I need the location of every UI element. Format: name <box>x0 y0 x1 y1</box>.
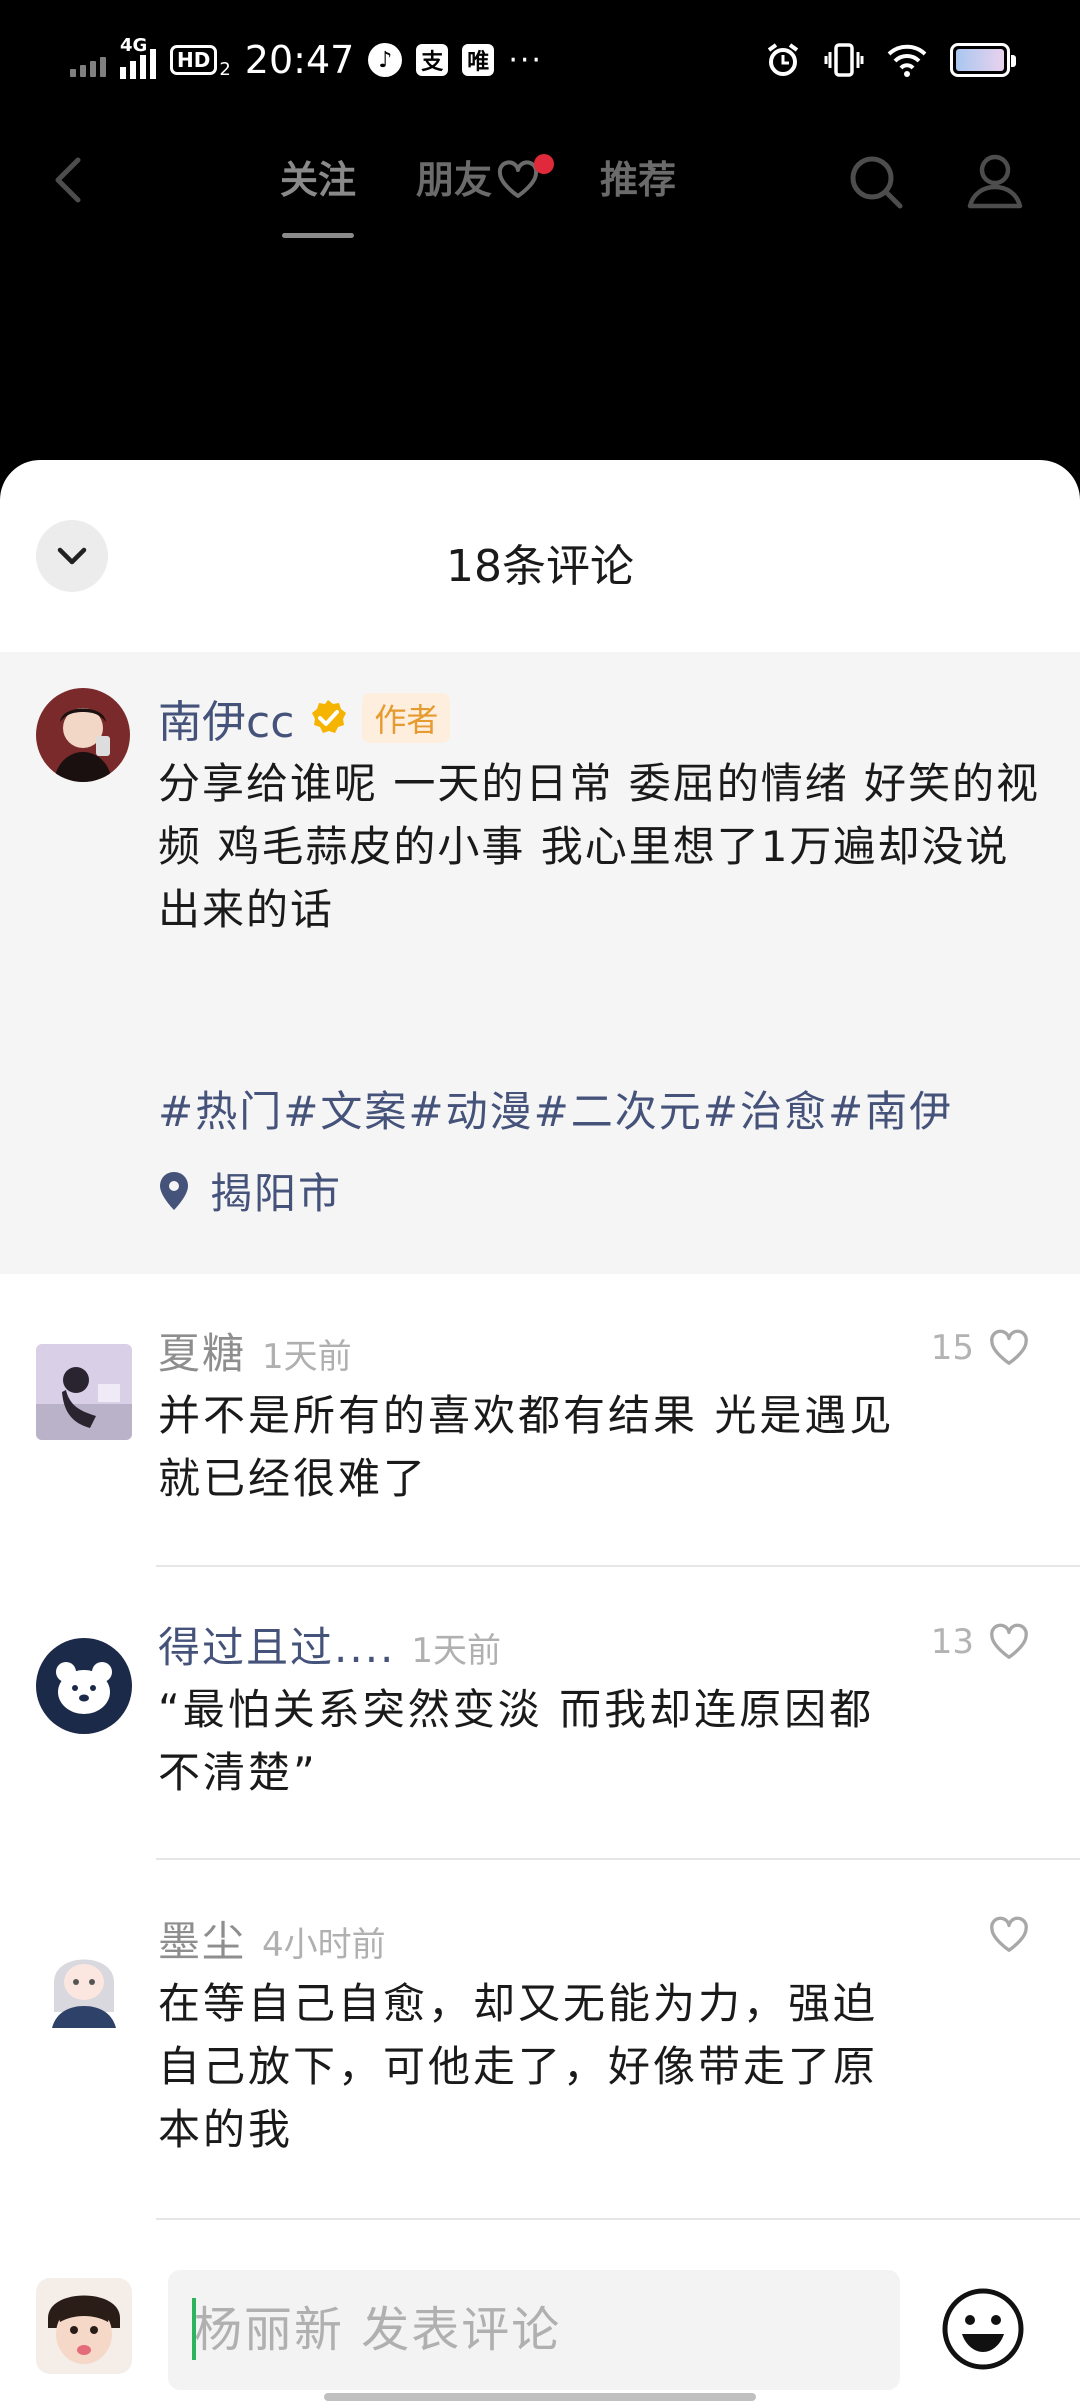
tab-friends-label: 朋友 <box>416 158 493 202</box>
tab-friends[interactable]: 朋友 <box>416 150 555 210</box>
like-count: 15 <box>930 1328 974 1368</box>
hd-voice-icon: HD <box>170 45 218 75</box>
comment-divider <box>156 2218 1080 2220</box>
post-hashtags[interactable]: #热门#文案#动漫#二次元#治愈#南伊 <box>158 1078 953 1139</box>
top-navigation: 关注 朋友 推荐 <box>0 130 1080 250</box>
commenter-avatar[interactable] <box>36 1344 132 1440</box>
text-cursor <box>192 2298 196 2360</box>
location-text: 揭阳市 <box>210 1169 343 1218</box>
author-name-row: 南伊cc 作者 <box>158 688 1044 748</box>
home-indicator[interactable] <box>324 2393 756 2401</box>
cellular-4g-signal-icon: 4G <box>120 37 156 79</box>
back-arrow-icon[interactable] <box>40 150 100 210</box>
like-count: 13 <box>930 1622 974 1662</box>
comment-item: 夏糖 1天前 并不是所有的喜欢都有结果 光是遇见就已经很难了 15 <box>0 1320 1080 1510</box>
sheet-header: 18条评论 <box>0 460 1080 652</box>
commenter-avatar-image <box>36 1638 132 1734</box>
comment-divider <box>156 1858 1080 1860</box>
hd-sub: 2 <box>219 58 231 80</box>
profile-icon[interactable] <box>964 150 1026 212</box>
cellular-signal-icon <box>70 43 106 77</box>
like-button[interactable]: 13 <box>931 1622 1030 1662</box>
heart-outline-icon <box>990 1329 1028 1365</box>
heart-outline-icon <box>990 1623 1028 1659</box>
more-notifications-icon: ··· <box>508 42 543 78</box>
vipshop-icon: 唯 <box>462 44 495 76</box>
post-caption: 分享给谁呢 一天的日常 委屈的情绪 好笑的视频 鸡毛蒜皮的小事 我心里想了1万遍… <box>158 759 1041 934</box>
battery-icon <box>950 43 1016 77</box>
author-tag: 作者 <box>362 693 451 743</box>
emoji-icon[interactable] <box>940 2286 1026 2372</box>
comment-text: 并不是所有的喜欢都有结果 光是遇见就已经很难了 <box>158 1391 895 1503</box>
status-right <box>764 32 1016 88</box>
my-avatar[interactable] <box>36 2278 132 2374</box>
comment-item: 墨尘 4小时前 在等自己自愈，却又无能为力，强迫自己放下，可他走了，好像带走了原… <box>0 1908 1080 2161</box>
alipay-icon: 支 <box>416 44 449 76</box>
comment-text: “最怕关系突然变淡 而我却连原因都不清楚” <box>158 1685 875 1797</box>
post-location[interactable]: 揭阳市 <box>158 1160 342 1221</box>
status-left: 4G HD 2 20:47 ♪ 支 唯 ··· <box>70 32 543 88</box>
my-avatar-image <box>36 2278 132 2374</box>
vibrate-icon <box>824 43 864 77</box>
author-avatar[interactable] <box>36 688 130 782</box>
author-name[interactable]: 南伊cc <box>158 686 294 750</box>
tab-following-label: 关注 <box>280 158 357 202</box>
comments-count-title: 18条评论 <box>446 541 634 592</box>
comment-item: 得过且过.... 1天前 “最怕关系突然变淡 而我却连原因都不清楚” 13 <box>0 1614 1080 1804</box>
comment-header: 墨尘 4小时前 <box>158 1908 1080 1968</box>
verified-badge-icon <box>312 700 347 733</box>
location-pin-icon <box>160 1171 188 1210</box>
commenter-avatar-image <box>36 1344 132 1440</box>
comments-sheet: 18条评论 南伊cc 作者 分享给谁呢 一天的日常 委屈的情绪 好笑的视频 鸡毛… <box>0 460 1080 2408</box>
comment-input-bar <box>0 2230 1080 2408</box>
network-type: 4G <box>120 35 148 56</box>
commenter-name[interactable]: 得过且过.... <box>158 1614 395 1675</box>
tab-following[interactable]: 关注 <box>280 150 357 238</box>
alarm-icon <box>767 43 799 76</box>
tab-recommended[interactable]: 推荐 <box>600 150 676 210</box>
commenter-avatar[interactable] <box>36 1932 132 2028</box>
like-button[interactable]: 15 <box>931 1328 1030 1368</box>
feed-tabs: 关注 朋友 推荐 <box>280 150 676 238</box>
like-button[interactable] <box>974 1916 1030 1954</box>
comment-time: 1天前 <box>262 1337 352 1377</box>
comment-time: 1天前 <box>411 1631 502 1671</box>
comment-text: 在等自己自愈，却又无能为力，强迫自己放下，可他走了，好像带走了原本的我 <box>158 1979 879 2154</box>
tab-recommended-label: 推荐 <box>600 158 677 202</box>
author-post: 南伊cc 作者 分享给谁呢 一天的日常 委屈的情绪 好笑的视频 鸡毛蒜皮的小事 … <box>0 652 1080 1274</box>
commenter-avatar[interactable] <box>36 1638 132 1734</box>
heart-outline-icon <box>990 1916 1028 1952</box>
commenter-name[interactable]: 墨尘 <box>158 1908 246 1969</box>
wifi-icon <box>887 44 927 77</box>
music-icon: ♪ <box>368 43 403 77</box>
status-bar: 4G HD 2 20:47 ♪ 支 唯 ··· <box>0 0 1080 120</box>
comment-time: 4小时前 <box>262 1925 386 1965</box>
comment-input[interactable] <box>168 2270 900 2390</box>
commenter-name[interactable]: 夏糖 <box>158 1320 246 1381</box>
comment-divider <box>156 1565 1080 1567</box>
commenter-avatar-image <box>36 1932 132 2028</box>
clock: 20:47 <box>244 38 355 82</box>
notification-dot <box>534 154 555 174</box>
search-icon[interactable] <box>846 152 906 212</box>
author-avatar-image <box>36 688 130 782</box>
